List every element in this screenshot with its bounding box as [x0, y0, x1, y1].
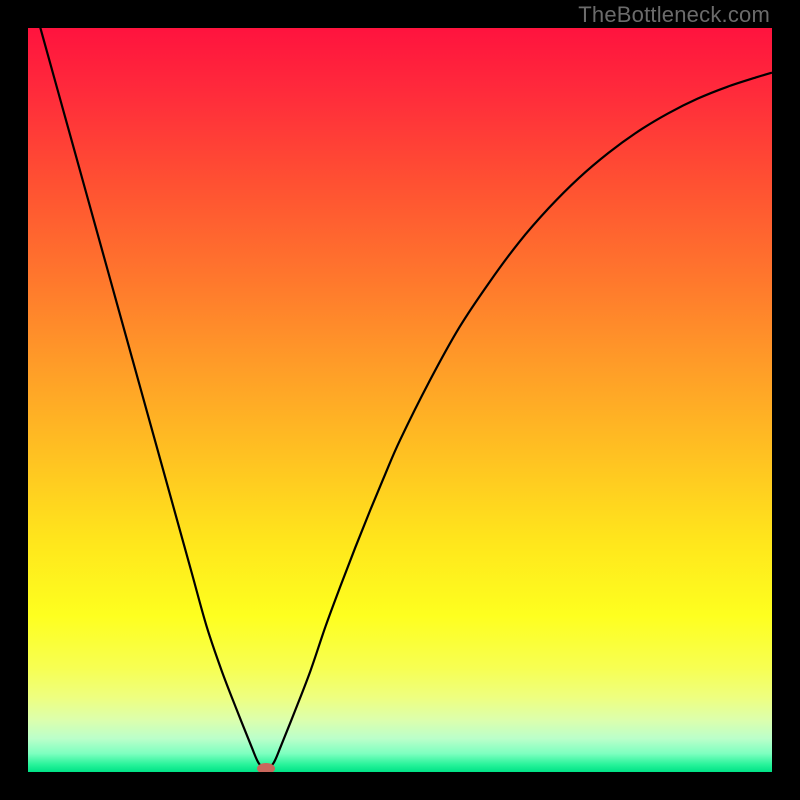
- minimum-marker: [257, 763, 275, 772]
- plot-area: [28, 28, 772, 772]
- chart-frame: TheBottleneck.com: [0, 0, 800, 800]
- watermark-text: TheBottleneck.com: [578, 2, 770, 28]
- bottleneck-curve: [28, 28, 772, 772]
